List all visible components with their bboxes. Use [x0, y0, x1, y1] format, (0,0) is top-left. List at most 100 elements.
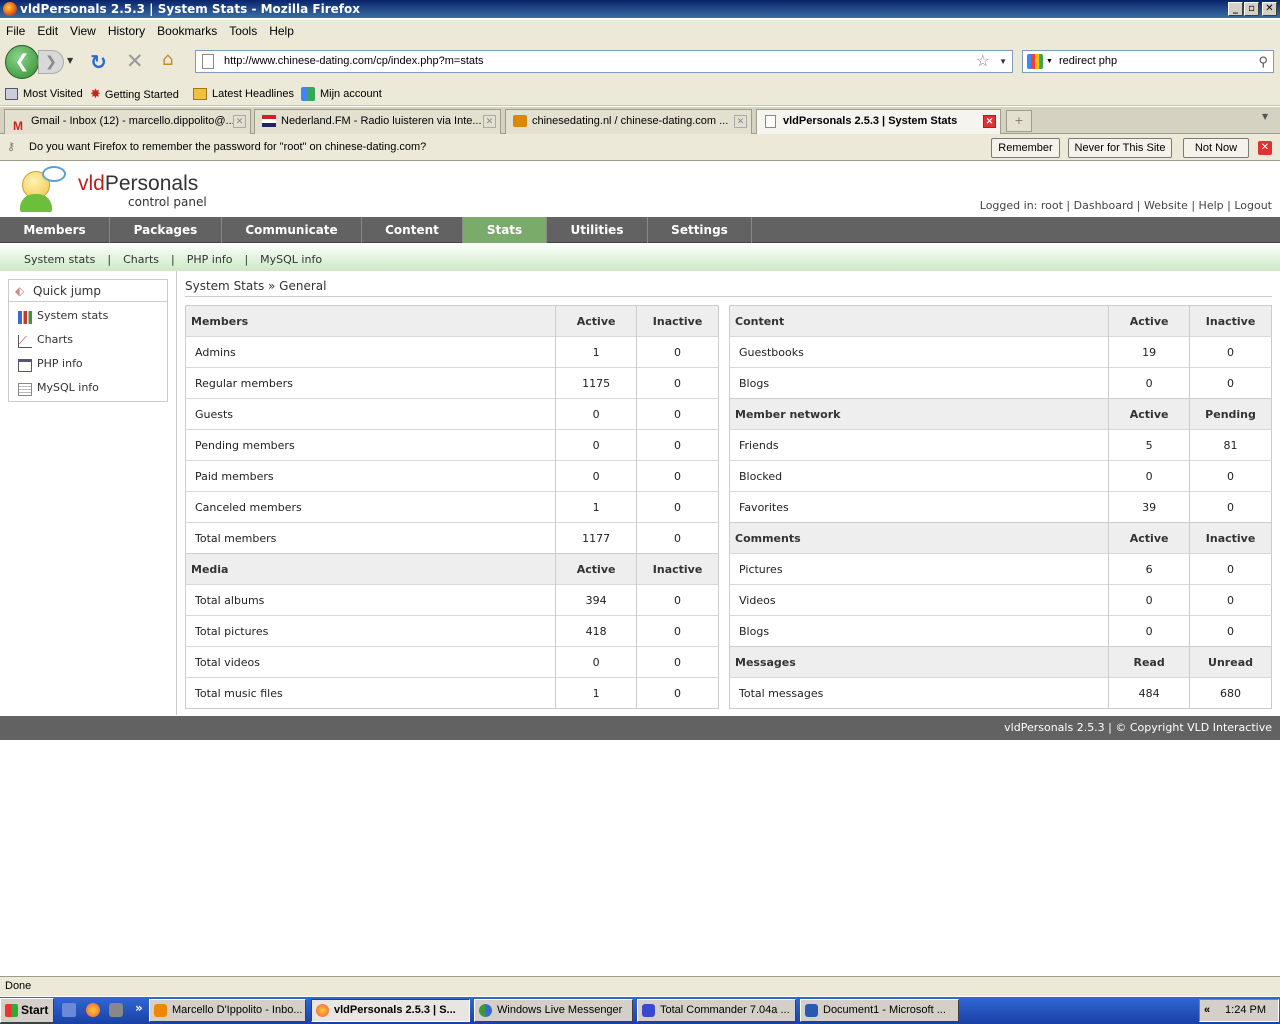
brand-logo[interactable]: vldPersonals [78, 172, 198, 196]
row-label: Regular members [185, 367, 556, 399]
sidebar-item-mysql-info[interactable]: MySQL info [37, 381, 99, 394]
bookmark-getting-started[interactable]: ✸ Getting Started [90, 82, 179, 107]
menu-bar: File Edit View History Bookmarks Tools Help [0, 20, 1280, 42]
stop-icon[interactable]: ✕ [126, 49, 144, 73]
column-header: Inactive [636, 553, 719, 585]
nav-settings[interactable]: Settings [648, 217, 752, 243]
menu-help[interactable]: Help [263, 20, 300, 42]
nav-utilities[interactable]: Utilities [547, 217, 648, 243]
menu-edit[interactable]: Edit [31, 20, 64, 42]
tab-close-icon[interactable]: ✕ [483, 115, 496, 128]
history-dropdown-icon[interactable]: ▼ [67, 56, 73, 65]
page-footer: vldPersonals 2.5.3 | © Copyright VLD Int… [0, 716, 1280, 740]
nav-members[interactable]: Members [0, 217, 110, 243]
close-window-button[interactable]: ✕ [1262, 2, 1277, 16]
table-row: Paid members 0 0 [185, 460, 719, 492]
nav-stats[interactable]: Stats [463, 217, 547, 243]
lock-quicklaunch-icon[interactable] [109, 1003, 123, 1017]
subnav-charts[interactable]: Charts [123, 253, 159, 266]
messages-section-title: Messages [729, 646, 1109, 678]
row-value: 1 [555, 491, 637, 523]
remember-button[interactable]: Remember [991, 138, 1060, 158]
home-icon[interactable]: ⌂ [162, 49, 173, 70]
taskbar-item-messenger[interactable]: Windows Live Messenger [474, 999, 633, 1022]
member-network-header-row: Member network Active Pending [729, 398, 1272, 430]
row-value: 0 [1108, 615, 1190, 647]
subnav-php-info[interactable]: PHP info [187, 253, 233, 266]
row-value: 6 [1108, 553, 1190, 585]
tab-close-icon[interactable]: ✕ [734, 115, 747, 128]
tab-gmail[interactable]: M Gmail - Inbox (12) - marcello.dippolit… [4, 109, 251, 134]
row-value: 0 [1108, 584, 1190, 616]
menu-view[interactable]: View [64, 20, 102, 42]
bookmark-most-visited[interactable]: Most Visited [5, 82, 83, 106]
bookmark-mijn-account[interactable]: Mijn account [301, 82, 382, 106]
sidebar-item-system-stats[interactable]: System stats [37, 309, 108, 322]
tray-expand-icon[interactable]: « [1204, 1000, 1210, 1021]
nav-content[interactable]: Content [362, 217, 463, 243]
taskbar-item-inbox[interactable]: Marcello D'Ippolito - Inbo... [149, 999, 306, 1022]
row-value: 0 [1108, 367, 1190, 399]
new-tab-button[interactable]: + [1006, 110, 1032, 132]
tab-nederland-fm[interactable]: Nederland.FM - Radio luisteren via Inte.… [254, 109, 501, 134]
row-value: 0 [636, 336, 719, 368]
ie-quicklaunch-icon[interactable] [62, 1003, 76, 1017]
row-value: 1175 [555, 367, 637, 399]
never-for-this-site-button[interactable]: Never for This Site [1068, 138, 1172, 158]
close-notification-icon[interactable]: ✕ [1258, 141, 1272, 155]
taskbar-item-total-commander[interactable]: Total Commander 7.04a ... [637, 999, 796, 1022]
table-row: Admins 1 0 [185, 336, 719, 368]
minimize-button[interactable]: _ [1228, 2, 1243, 16]
members-section-title: Members [185, 305, 556, 337]
search-icon[interactable]: ⚲ [1258, 51, 1268, 72]
table-row: Total music files 1 0 [185, 677, 719, 709]
system-tray: « 1:24 PM [1199, 999, 1279, 1022]
bookmark-star-icon[interactable]: ☆ [976, 51, 990, 72]
comments-header-row: Comments Active Inactive [729, 522, 1272, 554]
table-row: Total albums 394 0 [185, 584, 719, 616]
row-value: 81 [1189, 429, 1272, 461]
sidebar-item-php-info[interactable]: PHP info [37, 357, 83, 370]
subnav-mysql-info[interactable]: MySQL info [260, 253, 322, 266]
tab-list-icon[interactable]: ▼ [1262, 112, 1268, 121]
row-value: 0 [636, 677, 719, 709]
nav-communicate[interactable]: Communicate [222, 217, 362, 243]
tab-close-icon[interactable]: ✕ [983, 115, 996, 128]
forward-button[interactable]: ❯ [38, 50, 64, 74]
back-button[interactable]: ❮ [5, 45, 39, 79]
tab-close-icon[interactable]: ✕ [233, 115, 246, 128]
search-text: redirect php [1059, 55, 1118, 67]
url-dropdown-icon[interactable]: ▼ [999, 51, 1007, 72]
nav-packages[interactable]: Packages [110, 217, 222, 243]
row-value: 0 [1189, 553, 1272, 585]
tab-chinesedating[interactable]: chinesedating.nl / chinese-dating.com ..… [505, 109, 752, 134]
tab-system-stats[interactable]: vldPersonals 2.5.3 | System Stats ✕ [756, 109, 1001, 134]
firefox-icon [3, 2, 17, 16]
search-engine-dropdown-icon[interactable]: ▼ [1046, 51, 1053, 72]
maximize-button[interactable]: ▫ [1244, 2, 1259, 16]
menu-file[interactable]: File [0, 20, 31, 42]
bookmark-latest-headlines[interactable]: Latest Headlines [193, 82, 294, 106]
subnav-system-stats[interactable]: System stats [24, 253, 95, 266]
sidebar-item-charts[interactable]: Charts [37, 333, 73, 346]
search-bar[interactable]: ▼ redirect php ⚲ [1022, 50, 1274, 73]
quicklaunch-more-icon[interactable]: » [135, 1001, 143, 1015]
taskbar-item-firefox[interactable]: vldPersonals 2.5.3 | S... [311, 999, 470, 1022]
menu-history[interactable]: History [102, 20, 151, 42]
rss-folder-icon [193, 88, 207, 101]
row-value: 39 [1108, 491, 1190, 523]
start-button[interactable]: Start [0, 998, 54, 1023]
url-text: http://www.chinese-dating.com/cp/index.p… [224, 55, 484, 67]
taskbar-item-word[interactable]: Document1 - Microsoft ... [800, 999, 959, 1022]
menu-tools[interactable]: Tools [223, 20, 263, 42]
address-bar[interactable]: http://www.chinese-dating.com/cp/index.p… [195, 50, 1013, 73]
firefox-quicklaunch-icon[interactable] [86, 1003, 100, 1017]
menu-bookmarks[interactable]: Bookmarks [151, 20, 223, 42]
row-value: 0 [1189, 615, 1272, 647]
table-row: Regular members 1175 0 [185, 367, 719, 399]
reload-icon[interactable]: ↻ [90, 50, 107, 74]
table-row: Favorites 39 0 [729, 491, 1272, 523]
google-icon[interactable] [1027, 54, 1043, 69]
not-now-button[interactable]: Not Now [1183, 138, 1249, 158]
top-links[interactable]: Logged in: root | Dashboard | Website | … [980, 199, 1272, 212]
